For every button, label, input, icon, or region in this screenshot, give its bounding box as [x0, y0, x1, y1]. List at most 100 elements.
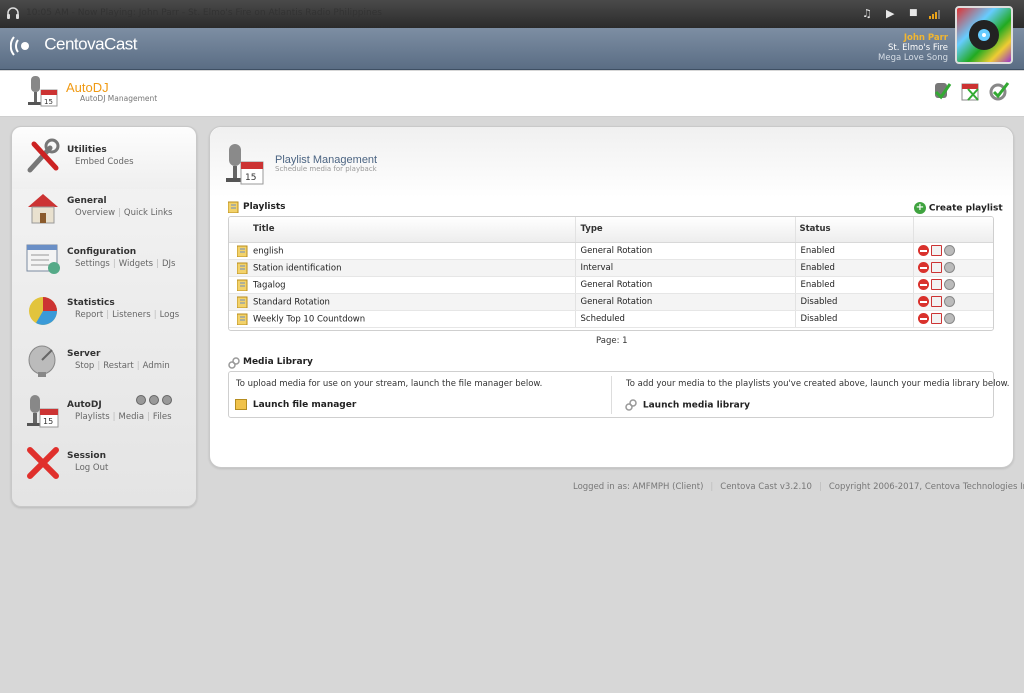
folder-icon	[235, 399, 247, 410]
playlist-title-cell[interactable]: Tagalog	[229, 276, 575, 294]
sidebar-item-autodj[interactable]: 15 AutoDJ Playlists | Media | Files	[24, 393, 194, 439]
sidebar-link-listeners[interactable]: Listeners	[112, 310, 151, 320]
launch-file-manager-label: Launch file manager	[252, 400, 357, 410]
sidebar-link-restart[interactable]: Restart	[103, 361, 134, 371]
table-row[interactable]: Tagalog General Rotation Enabled	[229, 276, 993, 294]
play-icon[interactable]: ▶	[886, 7, 894, 20]
sidebar-link-files[interactable]: Files	[153, 412, 172, 422]
table-row[interactable]: Weekly Top 10 Countdown Scheduled Disabled	[229, 310, 993, 328]
sidebar-item-configuration[interactable]: Configuration Settings | Widgets | DJs	[24, 240, 194, 286]
album-art	[955, 6, 1013, 64]
sidebar-item-server[interactable]: Server Stop | Restart | Admin	[24, 342, 194, 388]
sidebar-links: Playlists | Media | Files	[75, 412, 172, 422]
settings-gear-icon[interactable]	[943, 296, 955, 307]
launch-media-library-label: Launch media library	[642, 400, 751, 411]
table-header-row: Title Type Status	[229, 217, 993, 243]
autodj-microphone-icon: 15	[26, 74, 60, 110]
playlist-title[interactable]: Standard Rotation	[253, 297, 330, 307]
delete-icon[interactable]	[917, 296, 929, 307]
app-header	[0, 28, 1024, 70]
current-time: 10:05 AM	[26, 8, 69, 18]
delete-icon[interactable]	[917, 262, 929, 273]
edit-schedule-icon[interactable]	[930, 279, 942, 290]
sidebar-link-media[interactable]: Media	[119, 412, 145, 422]
sidebar-link-widgets[interactable]: Widgets	[119, 259, 153, 269]
playlist-status: Enabled	[794, 242, 913, 260]
sidebar-link-overview[interactable]: Overview	[75, 208, 115, 218]
logo-text: CentovaCast	[44, 34, 138, 54]
settings-gear-icon[interactable]	[943, 313, 955, 324]
sidebar-links: Embed Codes	[75, 157, 134, 167]
sidebar-item-label: General	[67, 196, 107, 206]
sidebar-link-embed-codes[interactable]: Embed Codes	[75, 157, 134, 167]
create-playlist-button[interactable]: + Create playlist	[914, 202, 1003, 214]
autodj-play-icon[interactable]	[136, 395, 146, 405]
sidebar-link-quick-links[interactable]: Quick Links	[124, 208, 173, 218]
station-name: Atlantis Radio Philippines	[268, 8, 382, 18]
autodj-stop-icon[interactable]	[162, 395, 172, 405]
sidebar-item-statistics[interactable]: Statistics Report | Listeners | Logs	[24, 291, 194, 337]
playlists-table: Title Type Status english General Rotatio…	[228, 216, 994, 331]
sidebar-link-admin[interactable]: Admin	[143, 361, 170, 371]
autodj-pause-icon[interactable]	[149, 395, 159, 405]
playlist-title-cell[interactable]: Station identification	[229, 259, 575, 277]
sidebar-item-general[interactable]: General Overview | Quick Links	[24, 189, 194, 235]
sidebar-link-logs[interactable]: Logs	[160, 310, 180, 320]
edit-schedule-icon[interactable]	[930, 245, 942, 256]
music-note-icon[interactable]: ♫	[862, 7, 872, 20]
sidebar-link-djs[interactable]: DJs	[162, 259, 175, 269]
playlist-title[interactable]: Tagalog	[253, 280, 286, 290]
pie-chart-icon	[24, 291, 62, 329]
table-row[interactable]: Standard Rotation General Rotation Disable…	[229, 293, 993, 311]
settings-gear-icon[interactable]	[943, 279, 955, 290]
settings-gear-icon[interactable]	[943, 262, 955, 273]
file-manager-text: To upload media for use on your stream, …	[236, 379, 543, 389]
column-title[interactable]: Title	[229, 217, 575, 243]
sidebar-item-utilities[interactable]: Utilities Embed Codes	[24, 138, 194, 184]
sidebar-link-stop[interactable]: Stop	[75, 361, 94, 371]
sidebar-link-playlists[interactable]: Playlists	[75, 412, 110, 422]
playlist-title[interactable]: Station identification	[253, 263, 342, 273]
playlist-title[interactable]: english	[253, 246, 284, 256]
svg-text:15: 15	[44, 98, 53, 106]
playlist-icon	[236, 279, 248, 291]
calendar-x-icon[interactable]	[960, 80, 982, 102]
sidebar-link-log-out[interactable]: Log Out	[75, 463, 108, 473]
edit-schedule-icon[interactable]	[930, 313, 942, 324]
config-window-icon	[24, 240, 62, 278]
row-actions	[912, 242, 993, 260]
logged-in-text: Logged in as: AMFMPH (Client)	[573, 482, 704, 492]
playlist-title-cell[interactable]: Standard Rotation	[229, 293, 575, 311]
playlist-title[interactable]: Weekly Top 10 Countdown	[253, 314, 365, 324]
sidebar: Utilities Embed Codes General Overview | Quic…	[11, 126, 197, 507]
playlist-icon	[236, 296, 248, 308]
centova-logo[interactable]: CentovaCast	[9, 30, 138, 60]
delete-icon[interactable]	[917, 313, 929, 324]
table-row[interactable]: english General Rotation Enabled	[229, 242, 993, 260]
signal-strength-icon	[929, 9, 943, 19]
delete-icon[interactable]	[917, 245, 929, 256]
add-icon: +	[914, 202, 926, 214]
column-type[interactable]: Type	[574, 217, 795, 243]
playlists-icon	[227, 201, 239, 214]
check-tool-icon[interactable]	[932, 80, 952, 102]
settings-gear-icon[interactable]	[943, 245, 955, 256]
launch-media-library-link[interactable]: Launch media library	[625, 399, 750, 411]
stop-icon[interactable]: ■	[909, 8, 918, 18]
sidebar-item-session[interactable]: Session Log Out	[24, 444, 194, 490]
sidebar-link-report[interactable]: Report	[75, 310, 103, 320]
table-row[interactable]: Station identification Interval Enabled	[229, 259, 993, 277]
edit-schedule-icon[interactable]	[930, 262, 942, 273]
sidebar-link-settings[interactable]: Settings	[75, 259, 110, 269]
column-status[interactable]: Status	[794, 217, 913, 243]
pager: Page: 1	[596, 336, 628, 346]
satellite-dish-icon	[24, 342, 62, 380]
playlist-title-cell[interactable]: english	[229, 242, 575, 260]
launch-file-manager-link[interactable]: Launch file manager	[235, 399, 356, 410]
refresh-check-icon[interactable]	[988, 80, 1010, 102]
edit-schedule-icon[interactable]	[930, 296, 942, 307]
svg-text:15: 15	[245, 173, 256, 183]
delete-icon[interactable]	[917, 279, 929, 290]
playlist-status: Enabled	[794, 276, 913, 294]
playlist-title-cell[interactable]: Weekly Top 10 Countdown	[229, 310, 575, 328]
